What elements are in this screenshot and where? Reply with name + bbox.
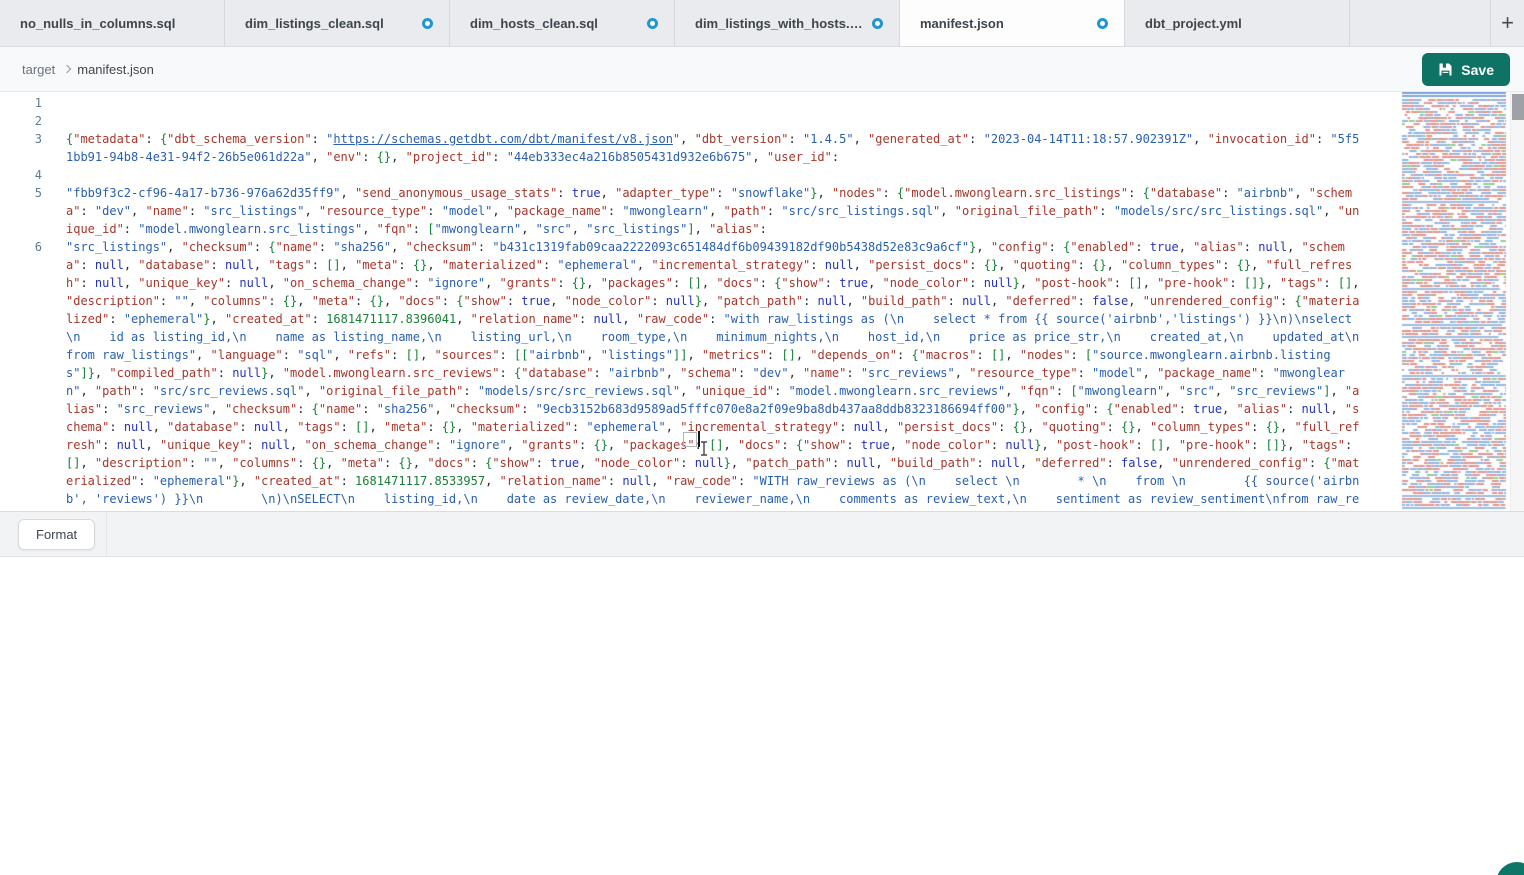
line-number: 6 <box>0 238 42 512</box>
code-text: "src_listings", "checksum": {"name": "sh… <box>42 238 1368 512</box>
breadcrumb-file: manifest.json <box>77 62 154 77</box>
tab-dbt_project.yml[interactable]: dbt_project.yml <box>1125 0 1350 46</box>
tab-label: no_nulls_in_columns.sql <box>20 16 208 31</box>
code-line[interactable]: 6"src_listings", "checksum": {"name": "s… <box>0 238 1368 512</box>
code-lines: 1 2 3{"metadata": {"dbt_schema_version":… <box>0 94 1368 512</box>
new-tab-button[interactable]: + <box>1490 0 1524 46</box>
tab-manifest.json[interactable]: manifest.json <box>900 0 1125 46</box>
tab-label: dim_listings_clean.sql <box>245 16 414 31</box>
tab-dim_listings_clean.sql[interactable]: dim_listings_clean.sql <box>225 0 450 46</box>
code-text: "fbb9f3c2-cf96-4a17-b736-976a62d35ff9", … <box>42 184 1368 238</box>
chevron-right-icon <box>63 65 71 73</box>
toolbar-divider <box>106 512 107 556</box>
code-line[interactable]: 5"fbb9f3c2-cf96-4a17-b736-976a62d35ff9",… <box>0 184 1368 238</box>
code-text: {"metadata": {"dbt_schema_version": "htt… <box>42 130 1368 166</box>
tab-bar: no_nulls_in_columns.sql dim_listings_clea… <box>0 0 1524 47</box>
code-editor[interactable]: 1 2 3{"metadata": {"dbt_schema_version":… <box>0 92 1524 512</box>
tab-no_nulls_in_columns.sql[interactable]: no_nulls_in_columns.sql <box>0 0 225 46</box>
minimap[interactable] <box>1400 92 1510 512</box>
mouse-ibeam-cursor <box>699 441 709 456</box>
tab-dim_listings_with_hosts.sql[interactable]: dim_listings_with_hosts.sql <box>675 0 900 46</box>
unsaved-dot-icon[interactable] <box>422 18 433 29</box>
matching-bracket-highlight <box>683 432 697 447</box>
format-toolbar: Format <box>0 512 1524 557</box>
format-button[interactable]: Format <box>18 519 95 550</box>
tab-label: dim_listings_with_hosts.sql <box>695 16 864 31</box>
line-number: 4 <box>0 166 42 184</box>
tabs-container: no_nulls_in_columns.sql dim_listings_clea… <box>0 0 1350 46</box>
tab-label: manifest.json <box>920 16 1089 31</box>
tab-label: dbt_project.yml <box>1145 16 1333 31</box>
code-text <box>42 94 1368 112</box>
line-number: 3 <box>0 130 42 166</box>
floppy-disk-icon <box>1438 62 1453 77</box>
unsaved-dot-icon[interactable] <box>647 18 658 29</box>
code-line[interactable]: 2 <box>0 112 1368 130</box>
scrollbar-thumb[interactable] <box>1512 94 1524 120</box>
code-line[interactable]: 3{"metadata": {"dbt_schema_version": "ht… <box>0 130 1368 166</box>
code-text <box>42 112 1368 130</box>
results-panel <box>0 557 1524 875</box>
breadcrumb: target manifest.json Save <box>0 47 1524 92</box>
unsaved-dot-icon[interactable] <box>1097 18 1108 29</box>
line-number: 2 <box>0 112 42 130</box>
tab-dim_hosts_clean.sql[interactable]: dim_hosts_clean.sql <box>450 0 675 46</box>
save-button[interactable]: Save <box>1422 53 1510 86</box>
breadcrumb-folder[interactable]: target <box>22 62 55 77</box>
tab-bar-spacer <box>1350 0 1490 46</box>
unsaved-dot-icon[interactable] <box>872 18 883 29</box>
minimap-canvas[interactable] <box>1400 92 1510 512</box>
save-button-label: Save <box>1461 62 1494 78</box>
line-number: 1 <box>0 94 42 112</box>
tab-label: dim_hosts_clean.sql <box>470 16 639 31</box>
code-line[interactable]: 1 <box>0 94 1368 112</box>
plus-icon: + <box>1501 10 1514 36</box>
code-line[interactable]: 4 <box>0 166 1368 184</box>
scrollbar-track[interactable] <box>1510 92 1524 512</box>
line-number: 5 <box>0 184 42 238</box>
code-text <box>42 166 1368 184</box>
